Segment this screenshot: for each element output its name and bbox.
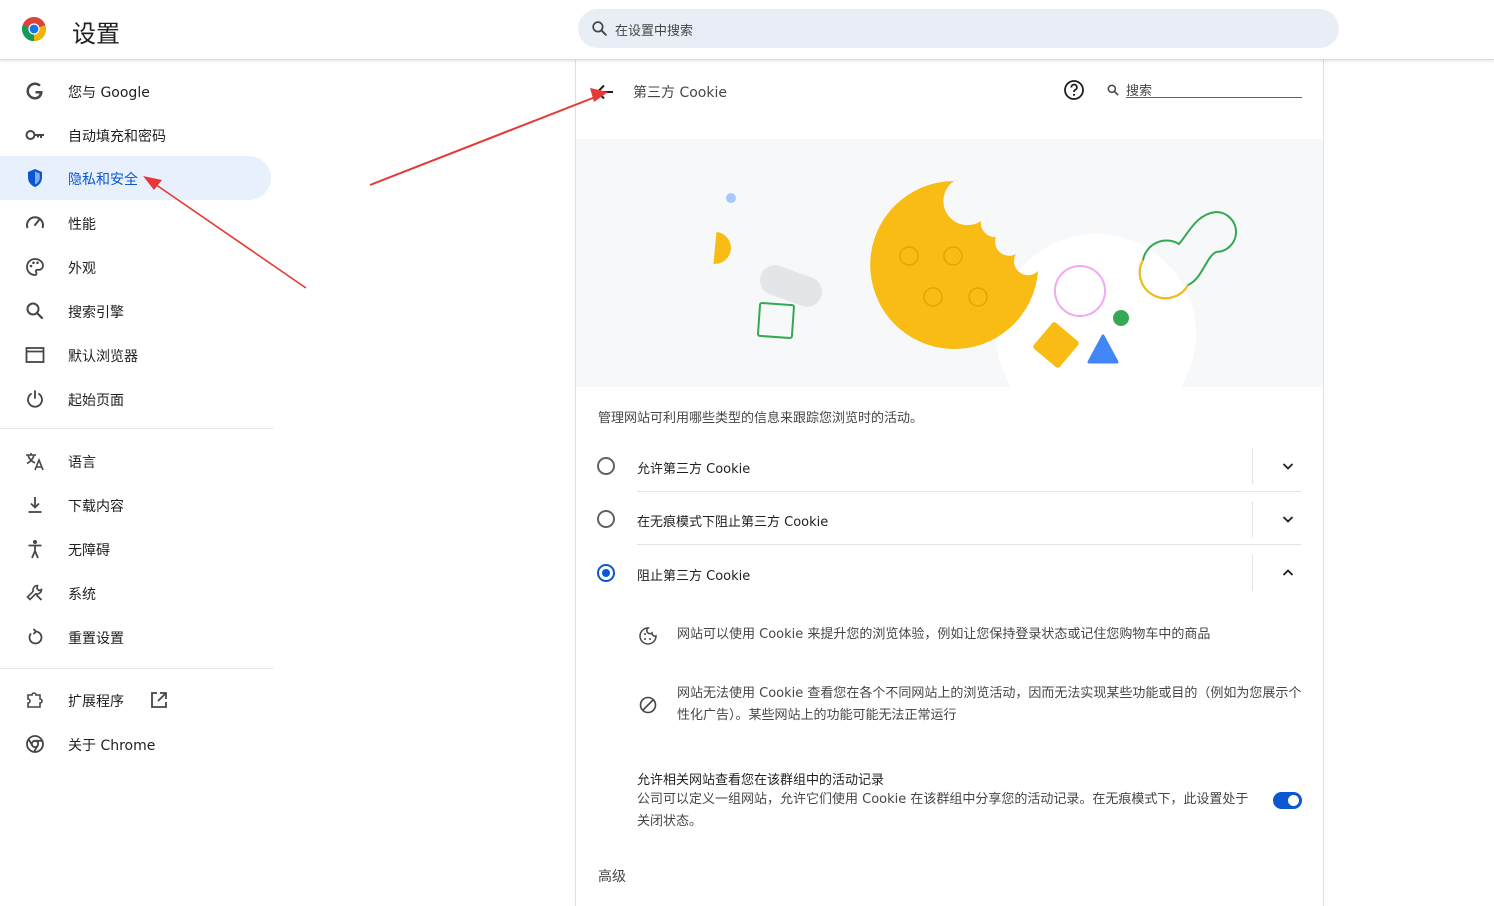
sidebar-item-default-browser[interactable]: 默认浏览器: [0, 333, 271, 377]
chrome-logo-icon: [22, 17, 46, 42]
sidebar-divider: [0, 428, 273, 429]
sidebar-item-label: 重置设置: [68, 631, 124, 647]
sidebar-item-appearance[interactable]: 外观: [0, 245, 271, 289]
cookie-illustration: [576, 139, 1323, 387]
option-block-in-incognito[interactable]: 在无痕模式下阻止第三方 Cookie: [576, 493, 1323, 545]
option-allow-third-party[interactable]: 允许第三方 Cookie: [576, 440, 1323, 492]
sidebar-item-label: 默认浏览器: [68, 349, 138, 365]
sidebar-item-label: 扩展程序: [68, 694, 124, 710]
advanced-section-label[interactable]: 高级: [598, 866, 626, 886]
chevron-down-icon[interactable]: [1280, 511, 1296, 527]
sidebar-item-accessibility[interactable]: 无障碍: [0, 527, 271, 571]
related-sites-title: 允许相关网站查看您在该群组中的活动记录: [637, 773, 885, 788]
speedometer-icon: [26, 216, 44, 229]
option-divider: [637, 491, 1301, 492]
sidebar-item-label: 下载内容: [68, 499, 124, 515]
chevron-up-icon[interactable]: [1280, 565, 1296, 581]
page-search[interactable]: 搜索: [1104, 79, 1302, 99]
sidebar: 您与 Google 自动填充和密码 隐私和安全 性能 外观 搜索引擎 默认浏览器…: [0, 60, 273, 906]
related-sites-description: 公司可以定义一组网站，允许它们使用 Cookie 在该群组中分享您的活动记录。在…: [637, 792, 1249, 829]
sidebar-item-label: 关于 Chrome: [68, 738, 156, 754]
top-bar: 设置 在设置中搜索: [0, 0, 1494, 60]
option-separator: [1252, 501, 1253, 537]
sidebar-item-startup[interactable]: 起始页面: [0, 377, 271, 421]
search-input[interactable]: 在设置中搜索: [615, 20, 693, 39]
help-icon[interactable]: [1063, 79, 1085, 101]
browser-window-icon: [25, 347, 45, 363]
sidebar-item-downloads[interactable]: 下载内容: [0, 483, 271, 527]
sidebar-item-you-and-google[interactable]: 您与 Google: [0, 69, 271, 113]
option-label: 阻止第三方 Cookie: [637, 569, 751, 584]
page-title: 第三方 Cookie: [633, 85, 727, 101]
accessibility-icon: [28, 540, 42, 559]
sidebar-divider: [0, 668, 273, 669]
detail-text: 网站无法使用 Cookie 查看您在各个不同网站上的浏览活动，因而无法实现某些功…: [677, 686, 1302, 723]
detail-text: 网站可以使用 Cookie 来提升您的浏览体验，例如让您保持登录状态或记住您购物…: [677, 627, 1211, 642]
toggle-knob: [1288, 795, 1299, 806]
translate-icon: [26, 453, 44, 471]
cookie-illustration-art: [713, 181, 1237, 387]
open-in-new-icon: [151, 692, 167, 708]
search-underline: [1126, 97, 1302, 98]
sidebar-item-system[interactable]: 系统: [0, 571, 271, 615]
palette-icon: [26, 258, 44, 276]
sidebar-item-extensions[interactable]: 扩展程序: [0, 678, 271, 722]
settings-search-bar[interactable]: 在设置中搜索: [578, 9, 1339, 48]
option-separator: [1252, 555, 1253, 591]
sidebar-item-label: 您与 Google: [68, 85, 150, 101]
google-g-icon: [26, 82, 43, 100]
key-icon: [25, 130, 44, 140]
sidebar-item-reset[interactable]: 重置设置: [0, 615, 271, 659]
chevron-down-icon[interactable]: [1280, 458, 1296, 474]
sidebar-item-label: 起始页面: [68, 393, 124, 409]
radio-block-incognito[interactable]: [597, 510, 615, 528]
radio-block[interactable]: [597, 564, 615, 582]
sidebar-item-autofill[interactable]: 自动填充和密码: [0, 113, 271, 157]
sidebar-item-search-engine[interactable]: 搜索引擎: [0, 289, 271, 333]
sidebar-item-privacy[interactable]: 隐私和安全: [0, 156, 271, 200]
sidebar-item-performance[interactable]: 性能: [0, 201, 271, 245]
sidebar-item-label: 语言: [68, 455, 96, 471]
third-party-cookies-panel: 第三方 Cookie 搜索 管理网站可利用哪些类型的信息来跟踪您浏览时的活动。 …: [575, 60, 1324, 906]
download-icon: [28, 497, 42, 513]
option-label: 允许第三方 Cookie: [637, 462, 751, 477]
sidebar-item-label: 性能: [68, 217, 96, 233]
block-icon: [639, 696, 657, 714]
power-icon: [27, 390, 43, 408]
page-description: 管理网站可利用哪些类型的信息来跟踪您浏览时的活动。: [598, 411, 924, 426]
annotation-arrow-line: [369, 95, 599, 186]
sidebar-item-label: 无障碍: [68, 543, 110, 559]
option-divider: [637, 544, 1301, 545]
option-separator: [1252, 448, 1253, 484]
shield-icon: [28, 169, 42, 187]
sidebar-item-label: 隐私和安全: [68, 172, 138, 188]
search-icon: [592, 21, 607, 36]
sidebar-item-label: 自动填充和密码: [68, 129, 166, 145]
sidebar-item-label: 搜索引擎: [68, 305, 124, 321]
radio-allow[interactable]: [597, 457, 615, 475]
puzzle-icon: [27, 692, 43, 708]
sidebar-item-languages[interactable]: 语言: [0, 439, 271, 483]
sidebar-item-label: 系统: [68, 587, 96, 603]
cookie-icon: [639, 627, 657, 645]
option-block-third-party[interactable]: 阻止第三方 Cookie: [576, 547, 1323, 599]
sidebar-item-about-chrome[interactable]: 关于 Chrome: [0, 722, 271, 766]
related-sites-toggle[interactable]: [1273, 792, 1302, 809]
wrench-icon: [26, 584, 43, 601]
reset-icon: [28, 628, 43, 645]
search-icon: [1107, 84, 1119, 96]
search-icon: [26, 302, 44, 320]
chrome-icon: [26, 735, 44, 753]
back-arrow-icon[interactable]: [593, 80, 617, 104]
sidebar-item-label: 外观: [68, 261, 96, 277]
app-title: 设置: [72, 20, 120, 48]
option-label: 在无痕模式下阻止第三方 Cookie: [637, 515, 829, 530]
